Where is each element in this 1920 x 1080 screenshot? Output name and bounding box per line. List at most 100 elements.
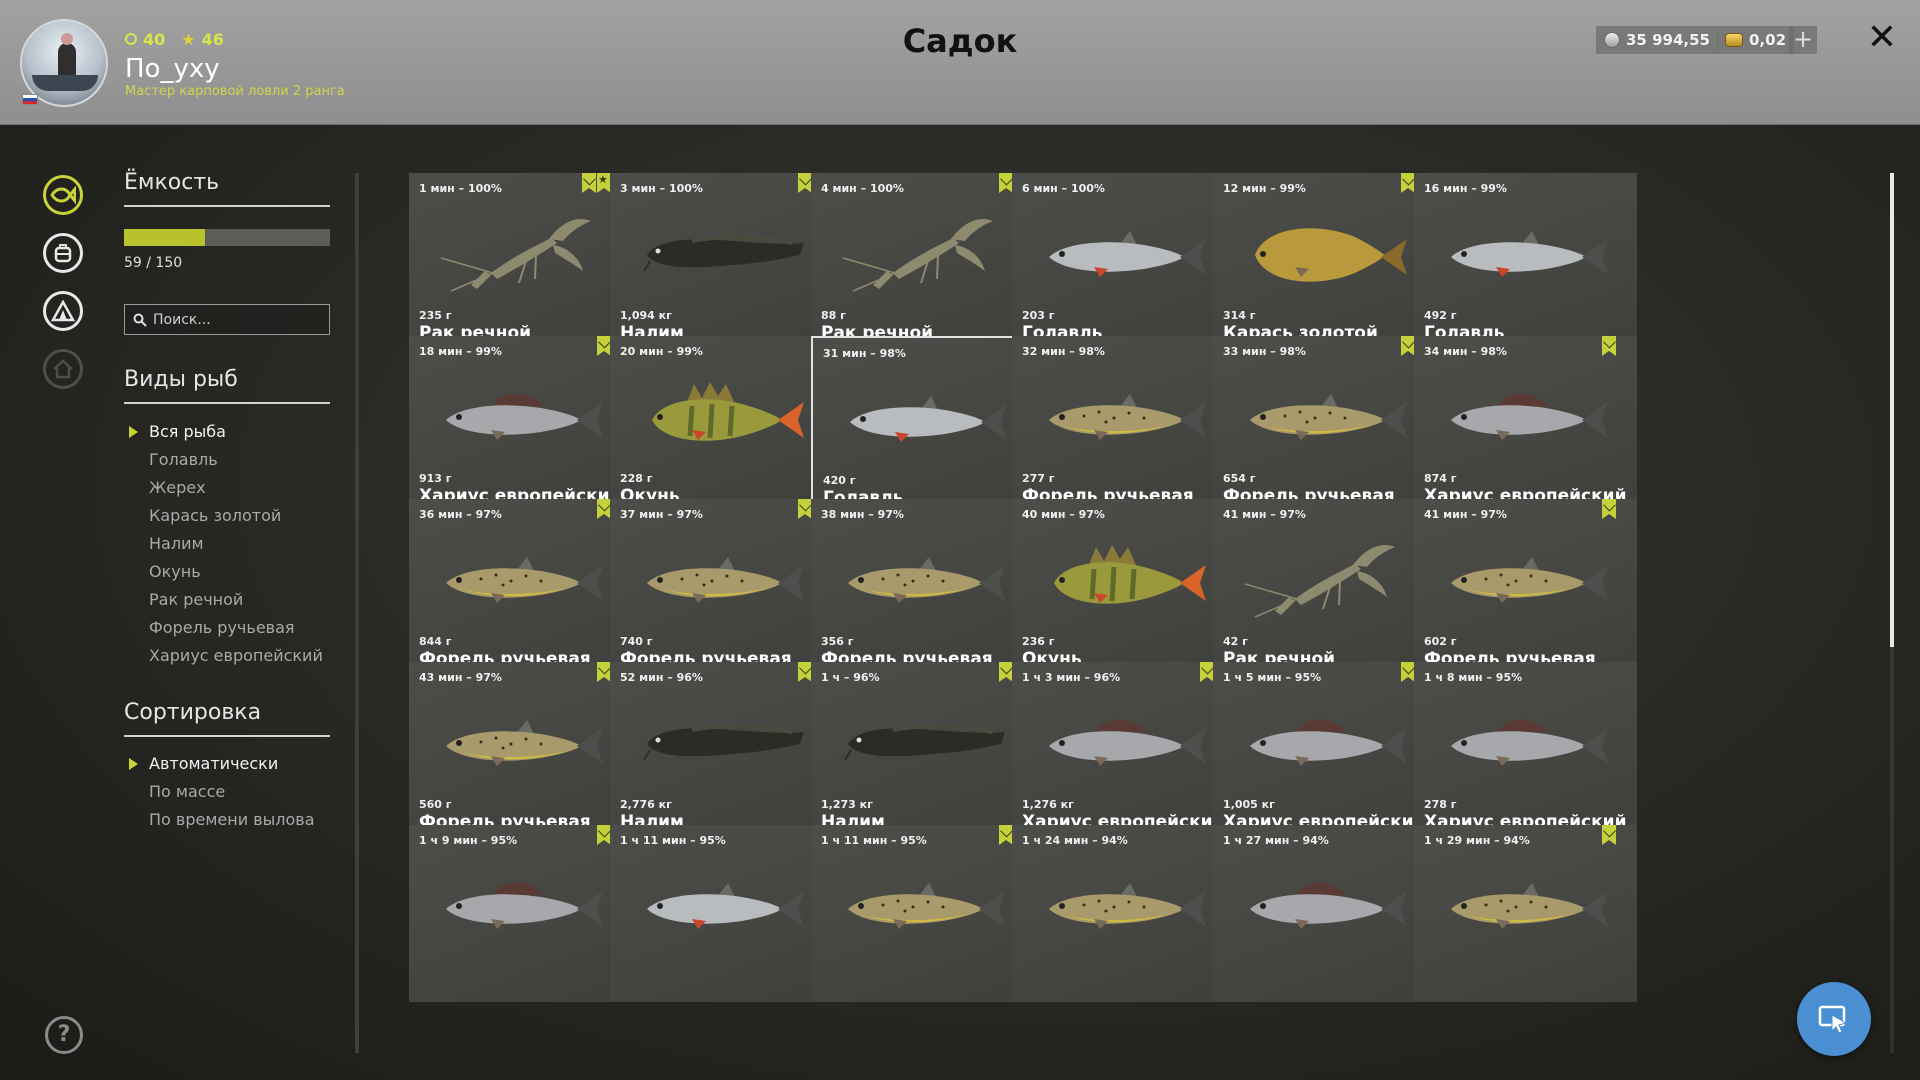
catch-weight: 1,273 кг [821,798,873,811]
catch-card[interactable]: 18 мин – 99% 913 г Хариус европейский [409,336,632,513]
catch-weight: 2,776 кг [620,798,672,811]
catch-weight: 277 г [1022,472,1055,485]
species-filter-item[interactable]: Жерех [124,474,323,502]
crayfish-image [1244,545,1395,618]
favorite-star-icon[interactable]: ★ [597,173,611,193]
catch-card[interactable]: 1 ч 11 мин – 95% [811,825,1034,1002]
trout-fish-image [446,557,603,603]
species-filter-item[interactable]: Голавль [124,446,323,474]
camp-tent-icon[interactable] [43,291,83,331]
catch-card[interactable]: 41 мин – 97% 602 г Форель ручьевая [1414,499,1637,676]
species-filter-item[interactable]: Хариус европейский [124,642,323,670]
catch-card[interactable]: 1 мин – 100% 235 г Рак речной ★ [409,173,632,350]
chub-fish-image [647,883,804,929]
catch-card[interactable]: 32 мин – 98% 277 г Форель ручьевая [1012,336,1235,513]
bookmark-icon[interactable] [798,173,812,193]
catch-card[interactable]: 1 ч 24 мин – 94% [1012,825,1235,1002]
bookmark-icon[interactable] [1602,825,1616,845]
search-input[interactable] [153,311,323,328]
bookmark-icon[interactable] [1401,173,1415,193]
bookmark-icon[interactable] [597,662,611,682]
burbot-image [643,235,804,272]
catch-card[interactable]: 38 мин – 97% 356 г Форель ручьевая [811,499,1034,676]
catch-card[interactable]: 1 ч 8 мин – 95% 278 г Хариус европейский [1414,662,1637,839]
catch-weight: 88 г [821,309,846,322]
bookmark-icon[interactable] [1602,499,1616,519]
catch-weight: 356 г [821,635,854,648]
catch-card[interactable]: 1 ч 9 мин – 95% [409,825,632,1002]
catch-card[interactable]: 1 ч 29 мин – 94% [1414,825,1637,1002]
bookmark-icon[interactable] [582,173,596,193]
bookmark-icon[interactable] [1200,662,1214,682]
catch-card[interactable]: 41 мин – 97% 42 г Рак речной [1213,499,1436,676]
species-filter-item[interactable]: Форель ручьевая [124,614,323,642]
catch-weight: 654 г [1223,472,1256,485]
bookmark-icon[interactable] [1602,336,1616,356]
burbot-image [643,724,804,761]
bookmark-icon[interactable] [999,662,1013,682]
catch-card[interactable]: 4 мин – 100% 88 г Рак речной [811,173,1034,350]
top-bar: 40 ★ 46 По_уху Мастер карповой ловли 2 р… [0,0,1920,125]
catch-card[interactable]: 36 мин – 97% 844 г Форель ручьевая [409,499,632,676]
catch-weight: 236 г [1022,635,1055,648]
species-filter-item[interactable]: Карась золотой [124,502,323,530]
sort-option-item[interactable]: По массе [124,778,315,806]
catch-card[interactable]: 20 мин – 99% 228 г Окунь [610,336,833,513]
catch-weight: 314 г [1223,309,1256,322]
search-box[interactable] [124,304,330,335]
home-icon[interactable] [43,349,83,389]
catch-card[interactable]: 31 мин – 98% 420 г Голавль [811,336,1034,513]
catch-time: 1 ч 24 мин – 94% [1022,834,1128,847]
cursor-mode-button[interactable] [1797,982,1871,1056]
catch-card[interactable]: 1 ч – 96% 1,273 кг Налим [811,662,1034,839]
search-icon [133,313,147,327]
sort-option-item[interactable]: Автоматически [124,750,315,778]
catch-time: 6 мин – 100% [1022,182,1105,195]
close-button[interactable]: ✕ [1864,20,1900,56]
bookmark-icon[interactable] [999,825,1013,845]
catch-time: 31 мин – 98% [823,347,906,360]
trout-fish-image [848,557,1005,603]
scrollbar-thumb[interactable] [1890,173,1894,647]
catch-card[interactable]: 12 мин – 99% 314 г Карась золотой [1213,173,1436,350]
species-filter-item[interactable]: Вся рыба [124,418,323,446]
sort-option-item[interactable]: По времени вылова [124,806,315,834]
catch-card[interactable]: 52 мин – 96% 2,776 кг Налим [610,662,833,839]
help-button[interactable]: ? [45,1016,83,1054]
catch-card[interactable]: 6 мин – 100% 203 г Голавль [1012,173,1235,350]
catch-weight: 913 г [419,472,452,485]
catch-card[interactable]: 43 мин – 97% 560 г Форель ручьевая [409,662,632,839]
catch-card[interactable]: 1 ч 11 мин – 95% [610,825,833,1002]
species-filter-item[interactable]: Рак речной [124,586,323,614]
catch-card[interactable]: 3 мин – 100% 1,094 кг Налим [610,173,833,350]
bookmark-icon[interactable] [597,499,611,519]
add-currency-button[interactable]: + [1789,26,1817,54]
catch-weight: 228 г [620,472,653,485]
catch-card[interactable]: 1 ч 3 мин – 96% 1,276 кг Хариус европейск… [1012,662,1235,839]
catch-card[interactable]: 33 мин – 98% 654 г Форель ручьевая [1213,336,1436,513]
species-filter-item[interactable]: Окунь [124,558,323,586]
burbot-image [844,724,1005,761]
catch-card[interactable]: 34 мин – 98% 874 г Хариус европейский [1414,336,1637,513]
catch-time: 33 мин – 98% [1223,345,1306,358]
bookmark-icon[interactable] [597,825,611,845]
avatar-boat [32,75,98,91]
catch-time: 43 мин – 97% [419,671,502,684]
bookmark-icon[interactable] [798,662,812,682]
bookmark-icon[interactable] [597,336,611,356]
catch-card[interactable]: 1 ч 5 мин – 95% 1,005 кг Хариус европейск… [1213,662,1436,839]
catch-time: 12 мин – 99% [1223,182,1306,195]
backpack-icon[interactable] [43,233,83,273]
sorting-section: Сортировка [124,700,330,737]
bookmark-icon[interactable] [798,499,812,519]
catch-card[interactable]: 1 ч 27 мин – 94% [1213,825,1436,1002]
species-filter-item[interactable]: Налим [124,530,323,558]
gold-balance: 0,02 [1717,26,1795,54]
fish-keepnet-icon[interactable] [43,175,83,215]
bookmark-icon[interactable] [1401,662,1415,682]
catch-card[interactable]: 16 мин – 99% 492 г Голавль [1414,173,1637,350]
catch-card[interactable]: 37 мин – 97% 740 г Форель ручьевая [610,499,833,676]
catch-card[interactable]: 40 мин – 97% 236 г Окунь [1012,499,1235,676]
bookmark-icon[interactable] [1401,336,1415,356]
bookmark-icon[interactable] [999,173,1013,193]
